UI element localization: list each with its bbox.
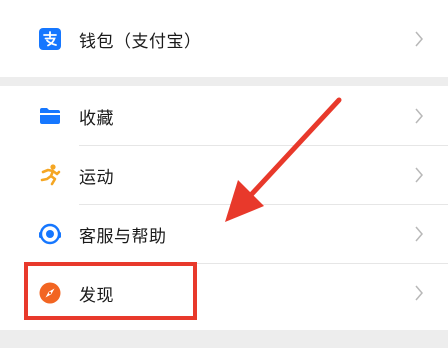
chevron-right-icon: [415, 226, 423, 242]
alipay-icon: [38, 27, 62, 51]
menu-item-favorites[interactable]: 收藏: [0, 87, 448, 145]
chevron-right-icon: [415, 31, 423, 47]
menu-item-wallet[interactable]: 钱包（支付宝）: [0, 10, 448, 68]
menu-item-label: 钱包（支付宝）: [79, 31, 202, 52]
settings-group-wallet: 钱包（支付宝）: [0, 0, 448, 77]
chevron-right-icon: [415, 167, 423, 183]
menu-item-sports[interactable]: 运动: [0, 146, 448, 204]
chevron-right-icon: [415, 285, 423, 301]
highlight-box: [24, 262, 197, 320]
menu-item-support[interactable]: 客服与帮助: [0, 205, 448, 263]
menu-item-label: 收藏: [79, 108, 114, 129]
chevron-right-icon: [415, 108, 423, 124]
menu-item-label: 客服与帮助: [79, 226, 167, 247]
running-person-icon: [38, 163, 62, 187]
headset-icon: [38, 222, 62, 246]
folder-icon: [38, 104, 62, 128]
menu-item-label: 运动: [79, 167, 114, 188]
